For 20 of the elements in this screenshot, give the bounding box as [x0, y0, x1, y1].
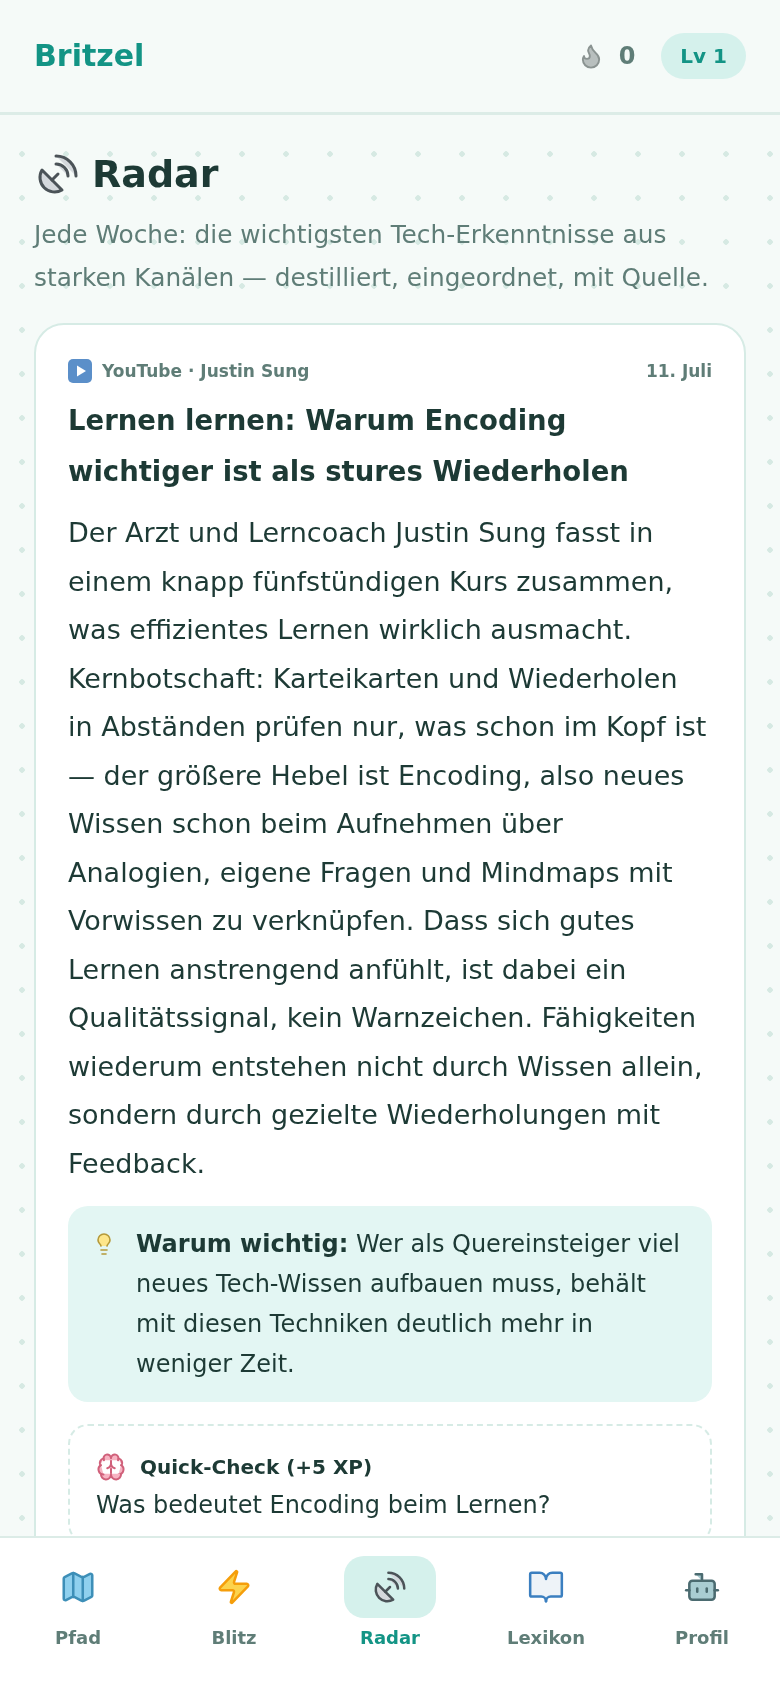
play-button-icon: [68, 359, 92, 383]
level-badge: Lv 1: [661, 33, 746, 79]
why-it-matters-text: Warum wichtig: Wer als Quereinsteiger viel neues Tech-Wissen aufbauen muss, behält mit diesen Techniken deutlich mehr in weniger Zeit.: [136, 1229, 682, 1380]
nav-tab[interactable]: Profil: [624, 1556, 780, 1650]
article-body: Der Arzt und Lerncoach Justin Sung fasst in einem knapp fünfstündigen Kurs zusammen, was effizientes Lernen wirklich ausmacht. Kernbotschaft: Karteikarten und Wiederholen in Abständen prüfen nur, was schon im Kopf ist — der größere Hebel ist Encoding, also neues Wissen schon beim Aufnehmen über Analogien, eigene Fragen und Mindmaps mit Vorwissen zu verknüpfen. Dass sich gutes Lernen anstrengend anfühlt, ist dabei ein Qualitätssignal, kein Warnzeichen. Fähigkeiten wiederum entstehen nicht durch Wissen allein, sondern durch gezielte Wiederholungen mit Feedback.: [68, 516, 707, 1181]
quick-check-question: Was bedeutet Encoding beim Lernen?: [96, 1490, 552, 1521]
nav-tab[interactable]: Radar: [312, 1556, 468, 1650]
page-subtitle: Jede Woche: die wichtigsten Tech-Erkenntnisse aus starken Kanälen — destilliert, eingeordnet, mit Quelle.: [34, 219, 710, 294]
article-title: Lernen lernen: Warum Encoding wichtiger ist als stures Wiederholen: [68, 403, 630, 489]
nav-tab[interactable]: Lexikon: [468, 1556, 624, 1650]
brand-name: Britzel: [34, 37, 145, 75]
article-date: 11. Juli: [645, 360, 712, 383]
nav-tab[interactable]: Pfad: [0, 1556, 156, 1650]
brain-icon: [96, 1452, 126, 1482]
article-source: YouTube · Justin Sung: [102, 360, 310, 383]
satellite-dish-icon: [344, 1556, 436, 1618]
quick-check-title: Quick-Check (+5 XP): [140, 1454, 373, 1481]
page-title: Radar: [92, 151, 219, 198]
nav-tab[interactable]: Blitz: [156, 1556, 312, 1650]
streak-count: 0: [618, 41, 636, 71]
